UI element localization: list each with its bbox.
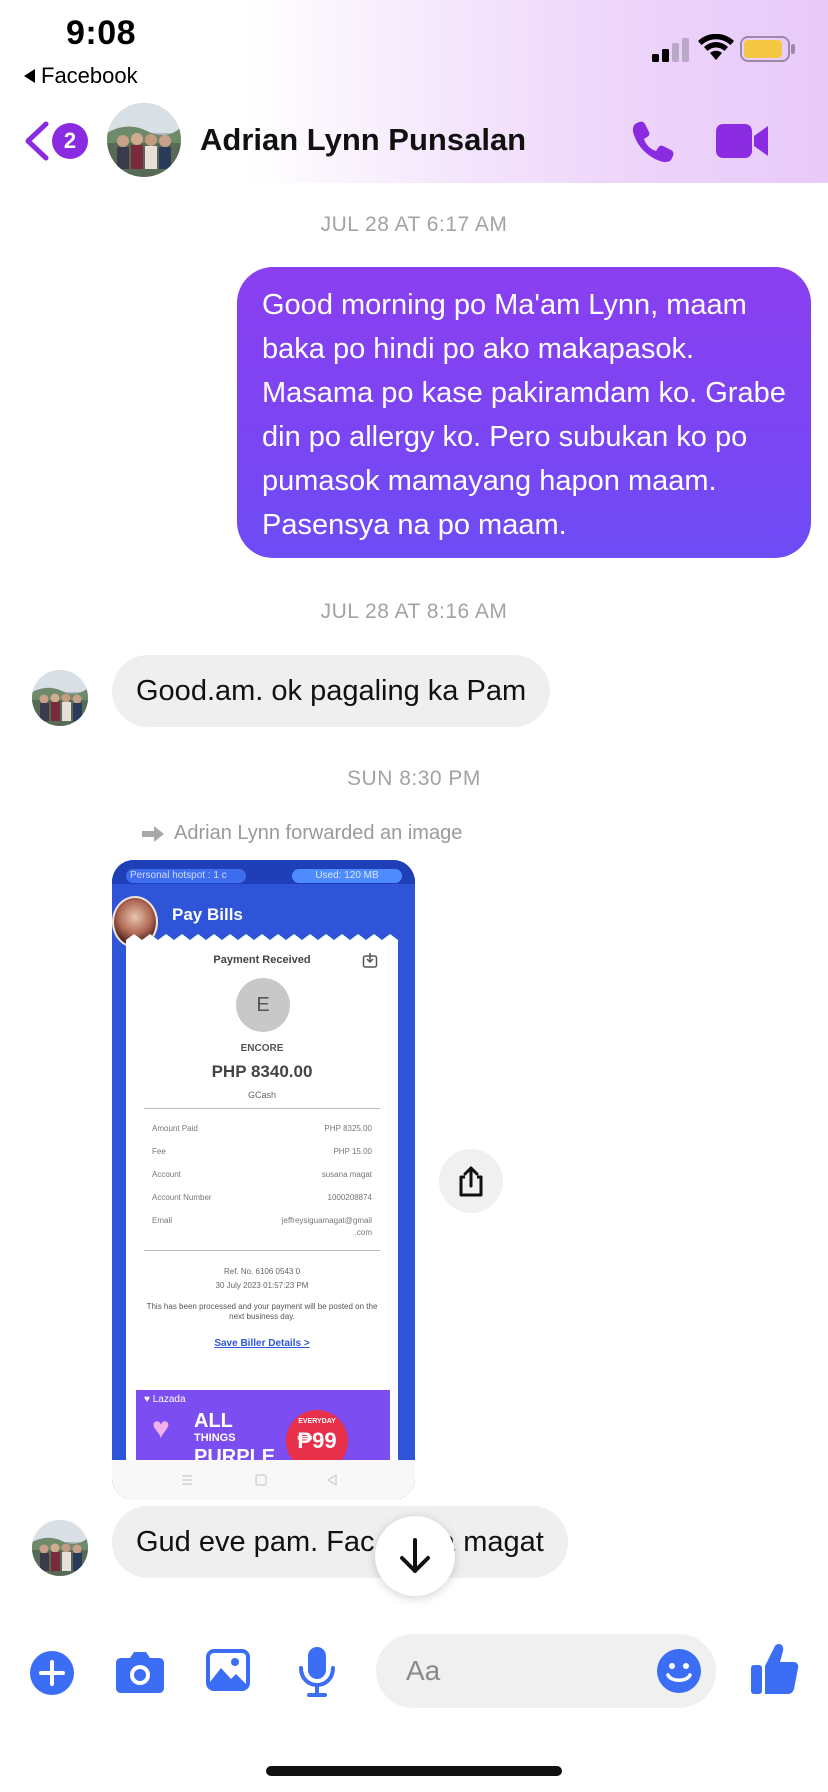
android-nav-icons bbox=[182, 1473, 337, 1487]
receipt-row: Email jeffreysiguamagat@gmail bbox=[152, 1216, 372, 1225]
promo-everyday: EVERYDAY bbox=[298, 1418, 336, 1425]
unread-badge: 2 bbox=[52, 123, 88, 159]
home-indicator bbox=[266, 1766, 562, 1776]
promo-line-1: ALL bbox=[194, 1410, 233, 1432]
back-to-facebook-link[interactable]: Facebook bbox=[24, 63, 138, 89]
outgoing-message[interactable]: Good morning po Ma'am Lynn, maam baka po… bbox=[237, 267, 811, 558]
phone-icon[interactable] bbox=[630, 118, 676, 164]
thumbs-up-icon[interactable] bbox=[750, 1642, 800, 1696]
share-button[interactable] bbox=[439, 1149, 503, 1213]
forward-note-text: Adrian Lynn forwarded an image bbox=[174, 822, 463, 844]
merchant-name: ENCORE bbox=[240, 1043, 284, 1054]
battery-icon bbox=[740, 36, 795, 62]
group-photo-icon bbox=[32, 1520, 88, 1576]
image-hotspot-pill: Personal hotspot : 1 c bbox=[126, 869, 246, 883]
contact-name[interactable]: Adrian Lynn Punsalan bbox=[200, 122, 526, 158]
message-input-container[interactable] bbox=[376, 1634, 716, 1708]
wifi-icon bbox=[698, 34, 734, 60]
group-photo-icon bbox=[107, 103, 181, 177]
chat-header: 9:08 Facebook 2 Adrian Lynn Punsalan bbox=[0, 0, 828, 183]
processing-note: This has been processed and your payment… bbox=[146, 1302, 378, 1321]
incoming-message[interactable]: Gud eve pam. Fac na magat bbox=[112, 1506, 568, 1578]
receipt-divider bbox=[144, 1108, 380, 1109]
payment-amount: PHP 8340.00 bbox=[211, 1062, 313, 1081]
receipt-divider bbox=[144, 1250, 380, 1251]
receipt-heading: Payment Received bbox=[213, 954, 311, 966]
microphone-icon[interactable] bbox=[297, 1646, 337, 1698]
back-triangle-icon bbox=[24, 69, 35, 83]
forwarded-label: Adrian Lynn forwarded an image bbox=[140, 822, 462, 845]
receipt-row: Amount Paid PHP 8325.00 bbox=[152, 1124, 372, 1133]
reference-number: Ref. No. 6106 0543 0 bbox=[223, 1267, 301, 1276]
payment-date: 30 July 2023 01:57:23 PM bbox=[215, 1281, 309, 1290]
receipt-row: Fee PHP 15.00 bbox=[152, 1147, 372, 1156]
receipt-row: Account susana magat bbox=[152, 1170, 372, 1179]
forward-arrow-icon bbox=[142, 825, 164, 842]
payment-method: GCash bbox=[247, 1090, 276, 1100]
back-button[interactable]: 2 bbox=[22, 118, 90, 164]
promo-price: ₱99 bbox=[297, 1428, 337, 1453]
status-time: 9:08 bbox=[66, 14, 137, 52]
image-title: Pay Bills bbox=[172, 905, 243, 924]
arrow-down-icon bbox=[400, 1538, 430, 1573]
merchant-initial-avatar: E bbox=[236, 978, 290, 1032]
video-camera-icon[interactable] bbox=[714, 118, 770, 164]
gallery-icon[interactable] bbox=[205, 1648, 251, 1692]
download-icon bbox=[362, 953, 378, 968]
sender-avatar[interactable] bbox=[32, 670, 88, 726]
message-timestamp: JUL 28 AT 8:16 AM bbox=[320, 600, 508, 623]
contact-avatar[interactable] bbox=[107, 103, 181, 177]
plus-icon[interactable] bbox=[29, 1650, 75, 1696]
receipt-row-cont: .com bbox=[354, 1228, 372, 1237]
group-photo-icon bbox=[32, 670, 88, 726]
incoming-message[interactable]: Good.am. ok pagaling ka Pam bbox=[112, 655, 551, 727]
forwarded-image[interactable]: Personal hotspot : 1 c Used: 120 MB Pay … bbox=[112, 860, 415, 1500]
sender-avatar[interactable] bbox=[32, 1520, 88, 1576]
receipt-row: Account Number 1000208874 bbox=[152, 1193, 372, 1202]
message-input[interactable] bbox=[406, 1651, 626, 1691]
save-biller-link: Save Biller Details > bbox=[214, 1338, 310, 1349]
message-timestamp: SUN 8:30 PM bbox=[347, 767, 481, 790]
message-timestamp: JUL 28 AT 6:17 AM bbox=[320, 213, 508, 236]
heart-icon: ♥ bbox=[152, 1412, 170, 1445]
image-data-pill: Used: 120 MB bbox=[292, 869, 402, 883]
image-nav-bar bbox=[112, 1460, 415, 1500]
back-app-label: Facebook bbox=[41, 63, 138, 88]
promo-brand: ♥ Lazada bbox=[144, 1394, 186, 1405]
back-chevron-icon bbox=[25, 121, 49, 161]
promo-line-2: THINGS bbox=[194, 1432, 236, 1444]
camera-icon[interactable] bbox=[115, 1650, 165, 1694]
emoji-icon[interactable] bbox=[656, 1648, 702, 1694]
cellular-signal-icon bbox=[652, 38, 689, 62]
scroll-to-bottom-button[interactable] bbox=[375, 1516, 455, 1596]
share-icon bbox=[459, 1166, 483, 1197]
